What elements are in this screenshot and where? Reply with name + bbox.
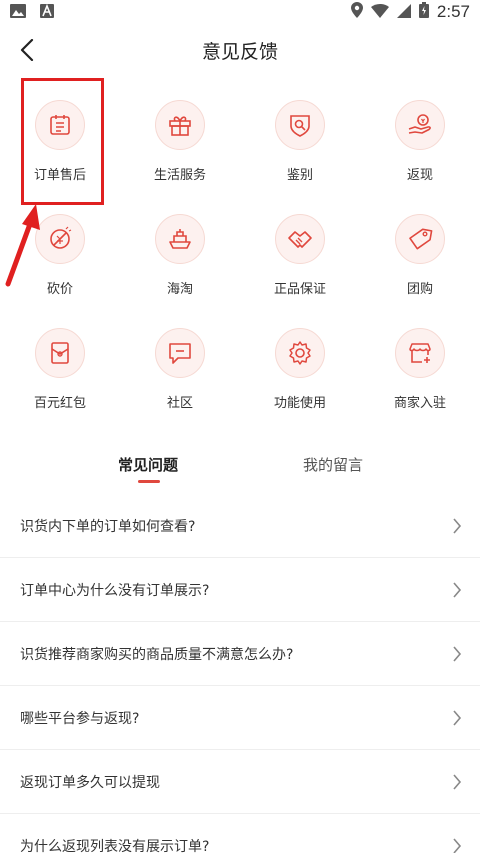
faq-list: 识货内下单的订单如何查看? 订单中心为什么没有订单展示? 识货推荐商家购买的商品… xyxy=(0,494,480,853)
faq-item[interactable]: 返现订单多久可以提现 xyxy=(0,750,480,814)
signal-icon xyxy=(396,3,411,22)
cashback-hand-icon xyxy=(395,100,445,150)
page-title: 意见反馈 xyxy=(201,41,278,63)
tab-bar: 常见问题 我的留言 xyxy=(0,446,480,488)
category-red-envelope[interactable]: 百元红包 xyxy=(0,328,120,438)
faq-item[interactable]: 哪些平台参与返现? xyxy=(0,686,480,750)
category-genuine-guarantee[interactable]: 正品保证 xyxy=(240,214,360,324)
status-bar: 2:57 xyxy=(0,0,480,24)
chat-icon xyxy=(155,328,205,378)
faq-item[interactable]: 识货推荐商家购买的商品质量不满意怎么办? xyxy=(0,622,480,686)
location-icon xyxy=(350,2,363,22)
category-overseas[interactable]: 海淘 xyxy=(120,214,240,324)
battery-icon xyxy=(418,2,429,22)
category-merchant-join[interactable]: 商家入驻 xyxy=(360,328,480,438)
chevron-right-icon xyxy=(453,646,462,662)
tag-icon xyxy=(395,214,445,264)
chevron-right-icon xyxy=(453,582,462,598)
font-notification-icon xyxy=(40,3,54,22)
image-notification-icon xyxy=(10,3,26,22)
category-life-service[interactable]: 生活服务 xyxy=(120,100,240,210)
red-envelope-icon xyxy=(35,328,85,378)
highlight-box xyxy=(21,78,104,205)
faq-item[interactable]: 为什么返现列表没有展示订单? xyxy=(0,814,480,853)
chevron-right-icon xyxy=(453,518,462,534)
category-community[interactable]: 社区 xyxy=(120,328,240,438)
wifi-icon xyxy=(370,3,389,22)
category-group-buy[interactable]: 团购 xyxy=(360,214,480,324)
chevron-right-icon xyxy=(453,838,462,853)
faq-item[interactable]: 订单中心为什么没有订单展示? xyxy=(0,558,480,622)
header: 意见反馈 xyxy=(0,24,480,76)
tab-my-messages[interactable]: 我的留言 xyxy=(233,454,433,475)
ship-icon xyxy=(155,214,205,264)
tab-indicator xyxy=(138,480,160,483)
chevron-right-icon xyxy=(453,710,462,726)
search-shield-icon xyxy=(275,100,325,150)
category-features[interactable]: 功能使用 xyxy=(240,328,360,438)
clock-time: 2:57 xyxy=(436,2,470,21)
gear-icon xyxy=(275,328,325,378)
category-authenticate[interactable]: 鉴别 xyxy=(240,100,360,210)
gift-icon xyxy=(155,100,205,150)
handshake-icon xyxy=(275,214,325,264)
annotation-arrow-icon xyxy=(5,204,40,287)
faq-item[interactable]: 识货内下单的订单如何查看? xyxy=(0,494,480,558)
store-icon xyxy=(395,328,445,378)
category-cashback[interactable]: 返现 xyxy=(360,100,480,210)
chevron-right-icon xyxy=(453,774,462,790)
